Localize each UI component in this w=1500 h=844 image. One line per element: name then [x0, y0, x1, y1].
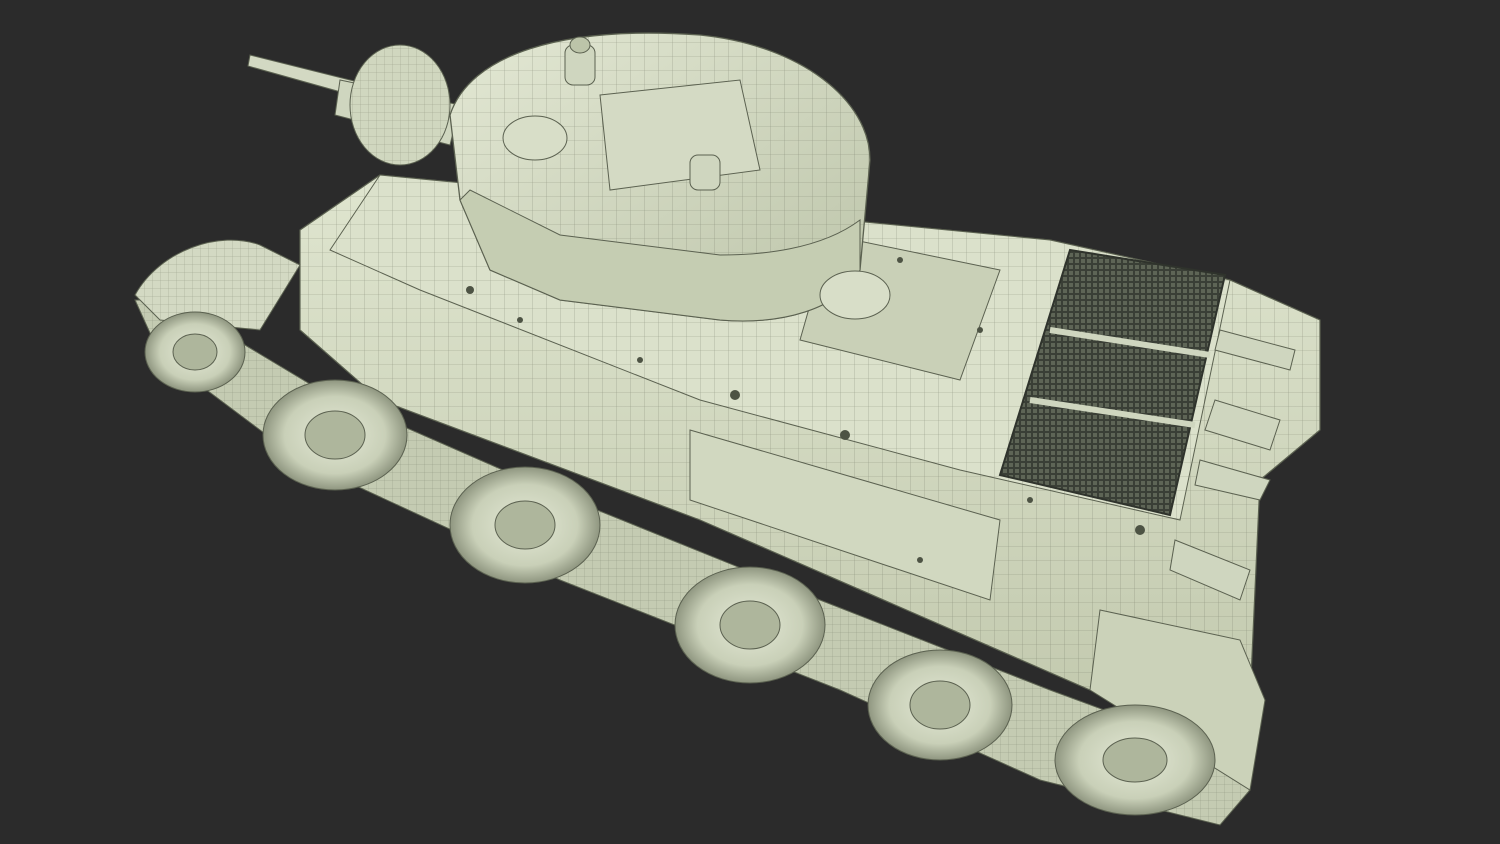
wheel-icon	[449, 466, 601, 584]
wheel-icon	[1054, 704, 1216, 816]
render-viewport	[0, 0, 1500, 844]
wheel-icon	[674, 566, 826, 684]
wheel-icon	[262, 379, 408, 491]
gun-barrel-icon	[247, 44, 461, 166]
wheel-icon	[867, 649, 1013, 761]
tank-wireframe-render	[134, 32, 1321, 826]
turret	[449, 32, 871, 322]
wheel-icon	[144, 311, 246, 393]
